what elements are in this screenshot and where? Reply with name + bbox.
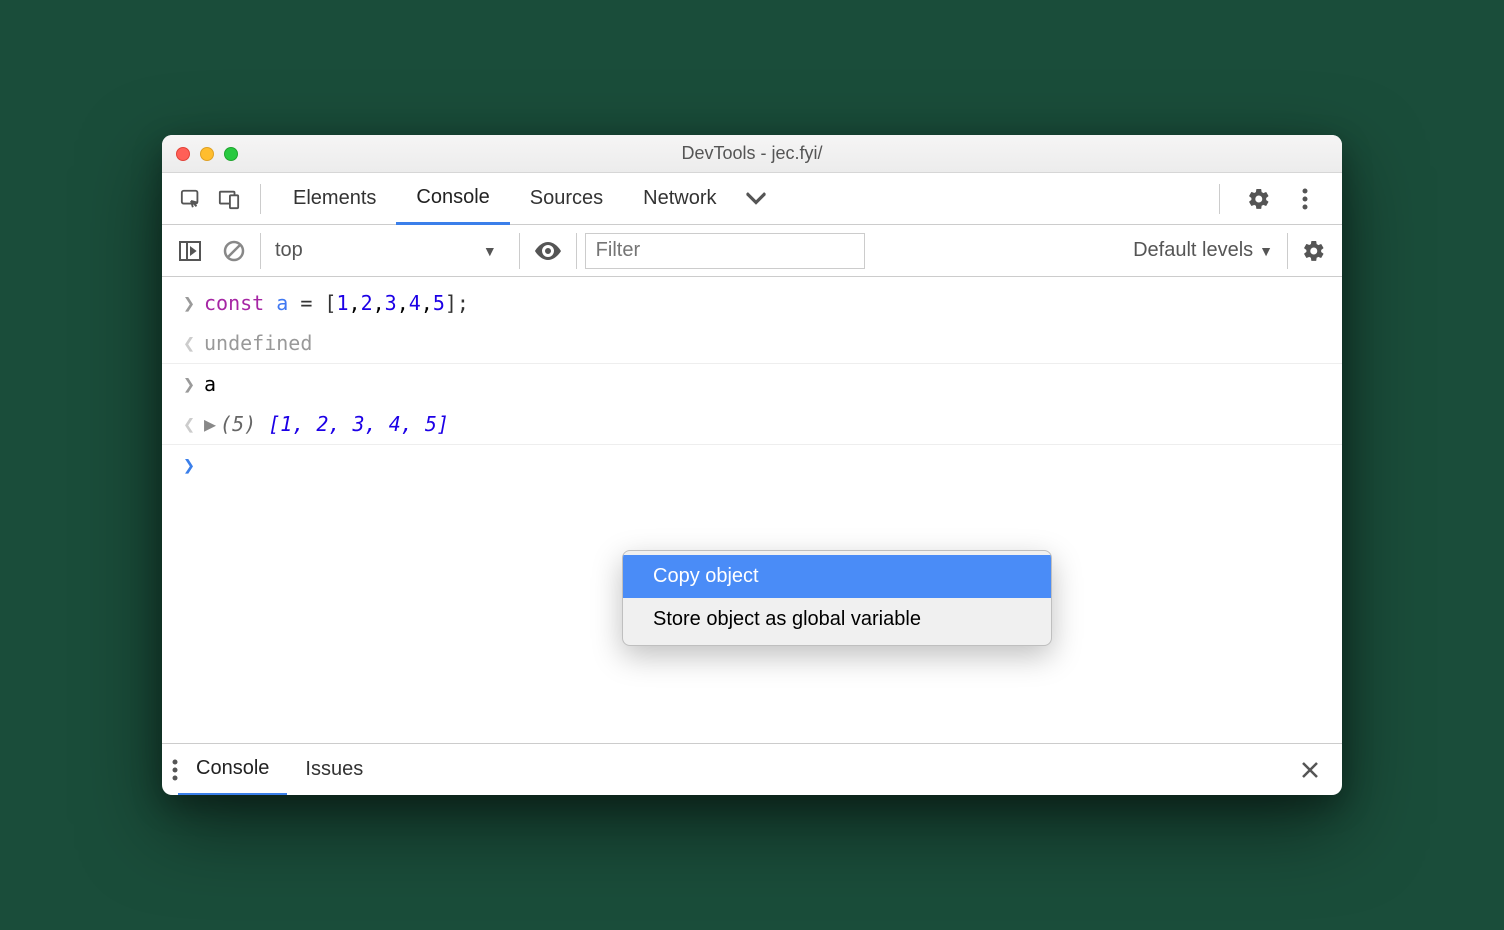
window-title: DevTools - jec.fyi/ [162, 143, 1342, 164]
levels-label: Default levels [1133, 239, 1253, 262]
minimize-window-button[interactable] [200, 147, 214, 161]
console-code: const a = [1,2,3,4,5]; [204, 289, 1330, 317]
toggle-sidebar-icon[interactable] [172, 233, 208, 269]
prompt-chevron-icon: ❯ [174, 451, 204, 479]
drawer-tab-issues[interactable]: Issues [287, 744, 381, 796]
log-levels-select[interactable]: Default levels ▼ [1119, 233, 1288, 269]
output-chevron-icon: ❮ [174, 410, 204, 438]
console-code: a [204, 370, 1330, 398]
settings-icon[interactable] [1240, 180, 1278, 218]
titlebar: DevTools - jec.fyi/ [162, 135, 1342, 173]
context-label: top [275, 239, 303, 262]
console-toolbar: top ▼ Default levels ▼ [162, 225, 1342, 277]
kebab-menu-icon[interactable] [1286, 180, 1324, 218]
inspect-element-icon[interactable] [172, 180, 210, 218]
context-menu: Copy object Store object as global varia… [622, 550, 1052, 646]
input-chevron-icon: ❯ [174, 370, 204, 398]
execution-context-select[interactable]: top ▼ [260, 233, 511, 269]
divider [1219, 184, 1220, 214]
console-output-row: ❮ ▶(5) [1, 2, 3, 4, 5] [162, 404, 1342, 445]
output-chevron-icon: ❮ [174, 329, 204, 357]
drawer-tab-console[interactable]: Console [178, 744, 287, 796]
close-window-button[interactable] [176, 147, 190, 161]
console-settings-icon[interactable] [1296, 233, 1332, 269]
drawer-close-icon[interactable] [1288, 760, 1332, 780]
device-toolbar-icon[interactable] [210, 180, 248, 218]
main-tabstrip: Elements Console Sources Network [162, 173, 1342, 225]
console-input-row: ❯ const a = [1,2,3,4,5]; [162, 283, 1342, 323]
console-body[interactable]: ❯ const a = [1,2,3,4,5]; ❮ undefined ❯ a… [162, 277, 1342, 743]
devtools-window: DevTools - jec.fyi/ Elements Console Sou… [162, 135, 1342, 795]
window-controls [176, 147, 238, 161]
tab-network[interactable]: Network [623, 173, 736, 225]
maximize-window-button[interactable] [224, 147, 238, 161]
expand-arrow-icon[interactable]: ▶ [204, 412, 216, 436]
filter-input[interactable] [585, 233, 865, 269]
console-output: undefined [204, 329, 1330, 357]
console-prompt-row[interactable]: ❯ [162, 445, 1342, 485]
console-input-row: ❯ a [162, 364, 1342, 404]
tab-sources[interactable]: Sources [510, 173, 623, 225]
more-tabs-icon[interactable] [737, 180, 775, 218]
console-output[interactable]: ▶(5) [1, 2, 3, 4, 5] [204, 410, 1330, 438]
clear-console-icon[interactable] [216, 233, 252, 269]
input-chevron-icon: ❯ [174, 289, 204, 317]
dropdown-icon: ▼ [483, 243, 497, 259]
menu-store-global[interactable]: Store object as global variable [623, 598, 1051, 641]
drawer-tabstrip: Console Issues [162, 743, 1342, 795]
tab-elements[interactable]: Elements [273, 173, 396, 225]
menu-copy-object[interactable]: Copy object [623, 555, 1051, 598]
live-expression-icon[interactable] [534, 233, 562, 269]
dropdown-icon: ▼ [1259, 243, 1273, 259]
divider [260, 184, 261, 214]
console-output-row: ❮ undefined [162, 323, 1342, 364]
tab-console[interactable]: Console [396, 173, 509, 225]
